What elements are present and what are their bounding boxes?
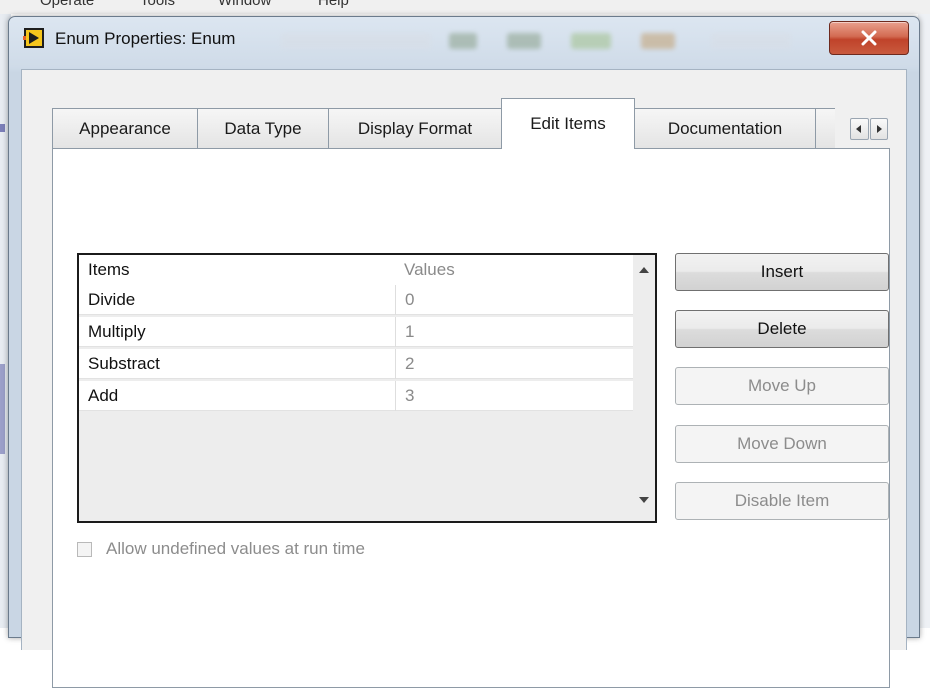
chevron-right-icon bbox=[876, 125, 882, 133]
item-cell[interactable]: Divide bbox=[79, 285, 395, 315]
menu-item-operate[interactable]: Operate bbox=[40, 0, 94, 9]
value-cell: 0 bbox=[395, 285, 633, 315]
tab-data-type[interactable]: Data Type bbox=[197, 108, 329, 148]
items-table[interactable]: Items Values Divide 0 Multiply 1 Substra… bbox=[77, 253, 657, 523]
move-up-button[interactable]: Move Up bbox=[675, 367, 889, 405]
insert-button[interactable]: Insert bbox=[675, 253, 889, 291]
disable-item-button[interactable]: Disable Item bbox=[675, 482, 889, 520]
edit-items-panel: Items Values Divide 0 Multiply 1 Substra… bbox=[52, 148, 890, 688]
table-row[interactable]: Substract 2 bbox=[79, 349, 633, 379]
menu-item-help[interactable]: Help bbox=[318, 0, 349, 9]
background-menubar: Operate Tools Window Help bbox=[0, 0, 930, 14]
tab-documentation[interactable]: Documentation bbox=[634, 108, 816, 148]
dialog-client-area: Appearance Data Type Display Format Edit… bbox=[21, 69, 907, 688]
move-down-button[interactable]: Move Down bbox=[675, 425, 889, 463]
labview-vi-icon bbox=[23, 28, 44, 48]
items-scrollbar[interactable] bbox=[633, 255, 655, 521]
menu-item-tools[interactable]: Tools bbox=[140, 0, 175, 9]
table-header: Items Values bbox=[79, 255, 633, 285]
dialog-title: Enum Properties: Enum bbox=[55, 29, 236, 48]
allow-undefined-option: Allow undefined values at run time bbox=[77, 537, 365, 561]
tab-appearance[interactable]: Appearance bbox=[52, 108, 198, 148]
table-row[interactable]: Multiply 1 bbox=[79, 317, 633, 347]
tab-scroller bbox=[850, 118, 888, 140]
item-cell[interactable]: Add bbox=[79, 381, 395, 411]
table-row[interactable]: Add 3 bbox=[79, 381, 633, 411]
allow-undefined-label: Allow undefined values at run time bbox=[106, 539, 365, 558]
value-cell: 2 bbox=[395, 349, 633, 379]
tab-display-format[interactable]: Display Format bbox=[328, 108, 502, 148]
tab-edit-items[interactable]: Edit Items bbox=[501, 98, 635, 149]
close-icon bbox=[861, 30, 877, 46]
chevron-left-icon bbox=[856, 125, 862, 133]
enum-properties-dialog: Enum Properties: Enum Appearance Data Ty… bbox=[8, 16, 920, 688]
allow-undefined-checkbox[interactable] bbox=[77, 541, 92, 557]
menu-item-window[interactable]: Window bbox=[218, 0, 271, 9]
column-header-items: Items bbox=[88, 260, 130, 279]
table-row[interactable]: Divide 0 bbox=[79, 285, 633, 315]
blurred-background-toolbar bbox=[281, 29, 841, 55]
tab-overflow bbox=[815, 108, 835, 148]
tab-scroll-left-button[interactable] bbox=[850, 118, 869, 140]
scroll-up-icon[interactable] bbox=[639, 267, 649, 273]
item-cell[interactable]: Multiply bbox=[79, 317, 395, 347]
item-cell[interactable]: Substract bbox=[79, 349, 395, 379]
value-cell: 3 bbox=[395, 381, 633, 411]
title-bar[interactable]: Enum Properties: Enum bbox=[9, 17, 919, 63]
value-cell: 1 bbox=[395, 317, 633, 347]
scroll-down-icon[interactable] bbox=[639, 497, 649, 503]
delete-button[interactable]: Delete bbox=[675, 310, 889, 348]
column-header-values: Values bbox=[404, 260, 455, 279]
tab-scroll-right-button[interactable] bbox=[869, 118, 888, 140]
close-button[interactable] bbox=[829, 21, 909, 55]
